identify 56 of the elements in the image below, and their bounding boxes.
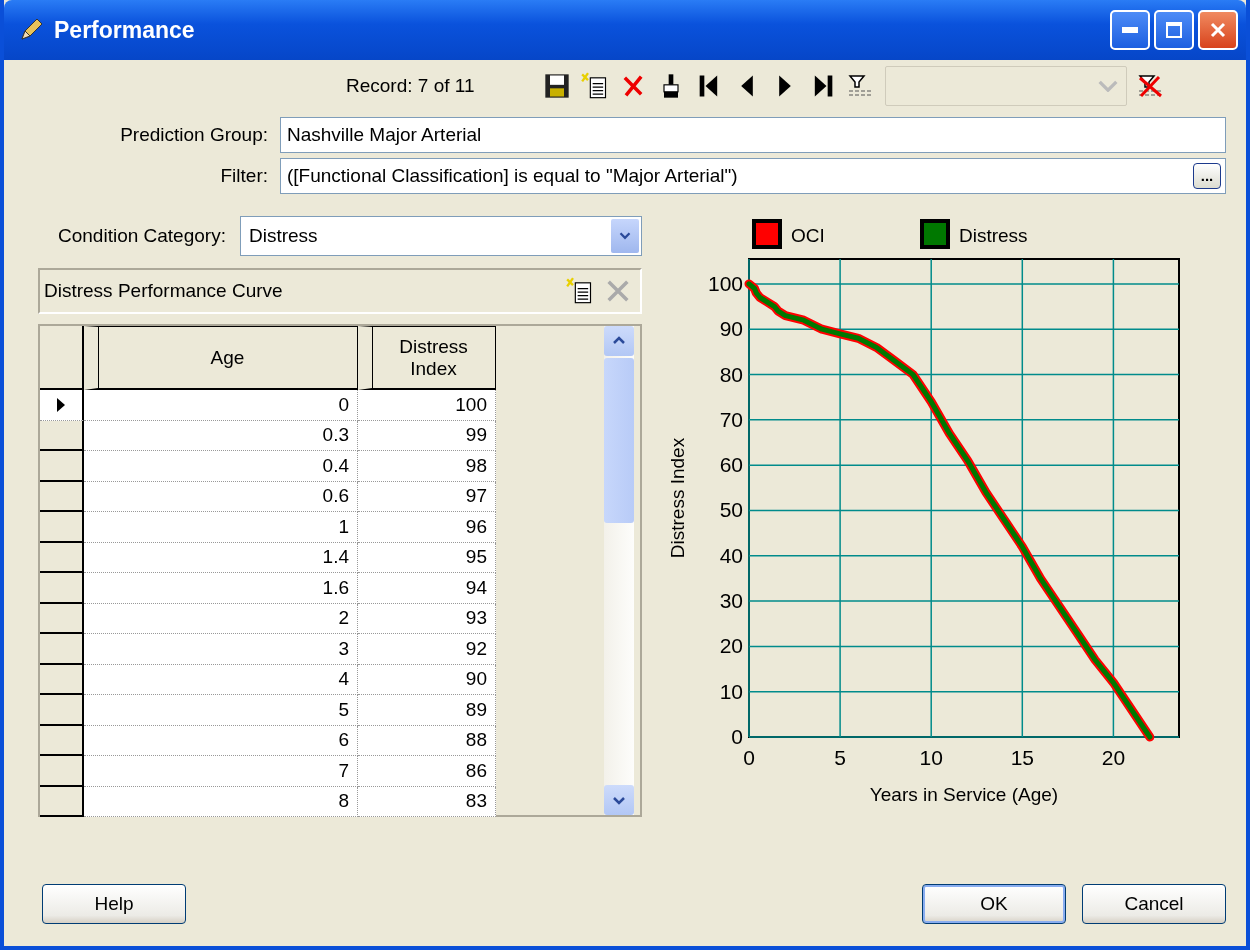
- table-cell: 92: [358, 634, 496, 665]
- y-tick-label: 30: [719, 589, 743, 613]
- table-cell: 83: [358, 786, 496, 817]
- y-tick-label: 90: [719, 317, 743, 341]
- legend-item: OCI: [752, 219, 825, 249]
- table-cell: 89: [358, 695, 496, 726]
- table-cell: 3: [84, 634, 358, 665]
- table-cell: 0.6: [84, 481, 358, 512]
- table-cell: 8: [84, 786, 358, 817]
- table-cell: 1: [84, 512, 358, 543]
- table-cell: 100: [358, 390, 496, 421]
- table-cell: 0.4: [84, 451, 358, 482]
- table-cell: 97: [358, 481, 496, 512]
- legend-label: OCI: [791, 225, 825, 246]
- table-cell: 1.4: [84, 542, 358, 573]
- table-cell: 90: [358, 664, 496, 695]
- table-cell: 5: [84, 695, 358, 726]
- y-tick-label: 70: [719, 407, 743, 431]
- x-axis-label: Years in Service (Age): [869, 784, 1059, 805]
- panel-title: Distress Performance Curve: [44, 280, 284, 302]
- table-cell: 4: [84, 664, 358, 695]
- x-tick-label: 0: [743, 746, 755, 769]
- table-cell: 96: [358, 512, 496, 543]
- field-label: Condition Category:: [58, 225, 226, 247]
- x-tick-label: 10: [919, 746, 943, 769]
- table-cell: 99: [358, 420, 496, 451]
- field-label: Filter:: [219, 165, 269, 187]
- table-cell: 0.3: [84, 420, 358, 451]
- table-cell: 88: [358, 725, 496, 756]
- table-cell: 93: [358, 603, 496, 634]
- table-cell: 98: [358, 451, 496, 482]
- y-tick-label: 80: [719, 362, 743, 386]
- y-tick-label: 50: [719, 498, 743, 522]
- field-label: Prediction Group:: [119, 124, 269, 146]
- table-cell: 86: [358, 756, 496, 787]
- table-cell: 2: [84, 603, 358, 634]
- table-cell: 0: [84, 390, 358, 421]
- legend-label: Distress: [959, 225, 1028, 246]
- table-cell: 94: [358, 573, 496, 604]
- y-tick-label: 10: [719, 679, 743, 703]
- table-cell: 95: [358, 542, 496, 573]
- x-tick-label: 20: [1101, 746, 1126, 769]
- legend-item: Distress: [920, 219, 1028, 249]
- y-tick-label: 60: [719, 453, 743, 477]
- y-tick-label: 40: [719, 543, 743, 567]
- y-axis-label: Distress Index: [667, 437, 688, 559]
- y-tick-label: 0: [731, 725, 743, 748]
- record-counter: Record: 7 of 11: [346, 75, 475, 97]
- table-cell: 6: [84, 725, 358, 756]
- table-cell: 7: [84, 756, 358, 787]
- window-title: Performance: [54, 16, 196, 44]
- table-cell: 1.6: [84, 573, 358, 604]
- y-tick-label: 100: [707, 271, 743, 295]
- y-tick-label: 20: [719, 634, 743, 658]
- x-tick-label: 15: [1010, 746, 1034, 769]
- x-tick-label: 5: [834, 746, 846, 769]
